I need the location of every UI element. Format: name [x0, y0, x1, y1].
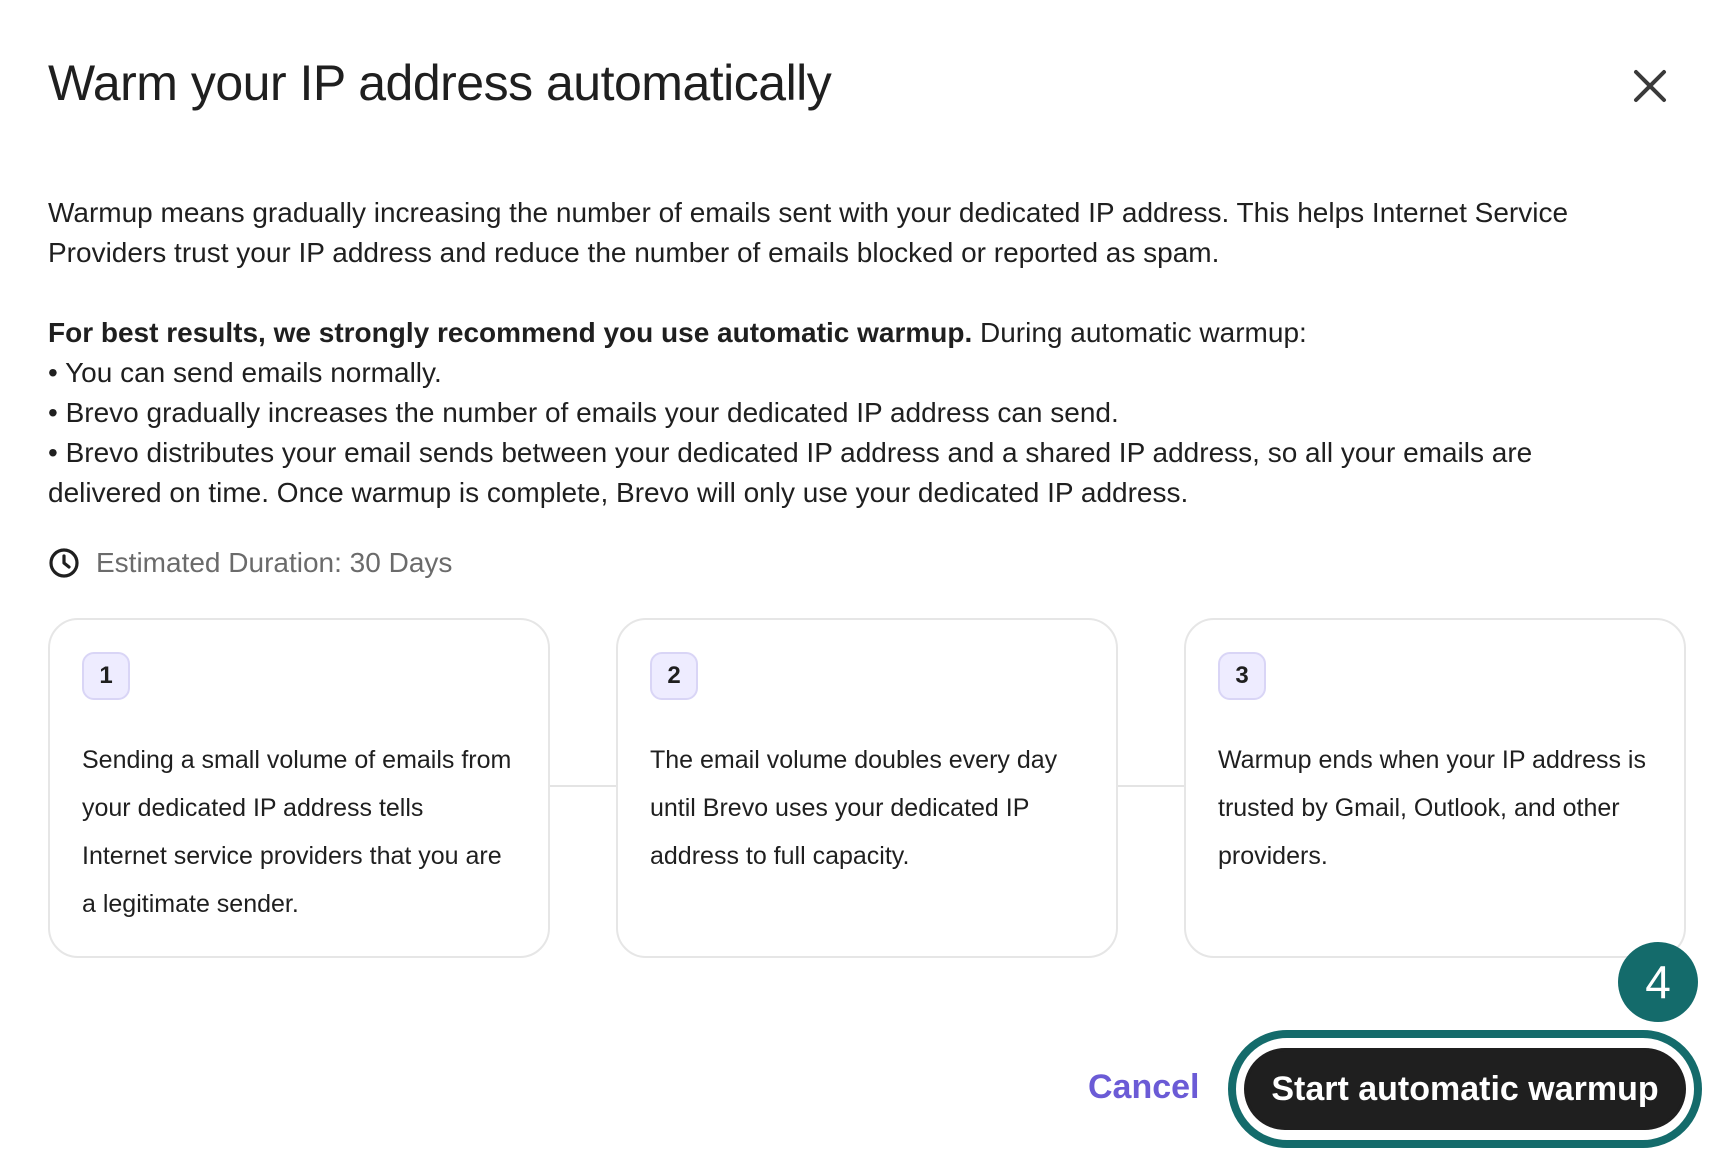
step-description: Sending a small volume of emails from yo…: [82, 746, 512, 918]
cancel-button[interactable]: Cancel: [1088, 1068, 1200, 1107]
step-connector: [1116, 785, 1184, 787]
warmup-dialog: Warm your IP address automatically Warmu…: [0, 0, 1714, 1170]
duration-text: Estimated Duration: 30 Days: [96, 547, 453, 578]
step-number-badge: 2: [650, 652, 698, 700]
bullet-item: • Brevo distributes your email sends bet…: [48, 437, 1533, 468]
intro-paragraph: Warmup means gradually increasing the nu…: [48, 193, 1688, 273]
close-icon: [1634, 70, 1666, 102]
step-number-badge: 3: [1218, 652, 1266, 700]
close-button[interactable]: [1630, 66, 1670, 106]
step-description: The email volume doubles every day until…: [650, 746, 1058, 870]
dialog-title: Warm your IP address automatically: [48, 55, 832, 111]
tutorial-step-marker: 4: [1618, 942, 1698, 1022]
bullet-item: • Brevo gradually increases the number o…: [48, 397, 1119, 428]
recommendation-bold: For best results, we strongly recommend …: [48, 317, 973, 348]
start-automatic-warmup-button[interactable]: Start automatic warmup: [1244, 1048, 1686, 1130]
step-card-1: 1 Sending a small volume of emails from …: [48, 618, 550, 958]
clock-icon: [49, 548, 79, 578]
intro-line: Providers trust your IP address and redu…: [48, 237, 1220, 268]
step-connector: [548, 785, 616, 787]
step-number-badge: 1: [82, 652, 130, 700]
step-card-3: 3 Warmup ends when your IP address is tr…: [1184, 618, 1686, 958]
step-description: Warmup ends when your IP address is trus…: [1218, 746, 1646, 870]
step-card-2: 2 The email volume doubles every day unt…: [616, 618, 1118, 958]
bullet-item-continued: delivered on time. Once warmup is comple…: [48, 477, 1189, 508]
recommendation-rest: During automatic warmup:: [972, 317, 1307, 348]
intro-line: Warmup means gradually increasing the nu…: [48, 197, 1569, 228]
recommendation-heading: For best results, we strongly recommend …: [48, 313, 1688, 353]
estimated-duration: Estimated Duration: 30 Days: [48, 547, 452, 579]
bullet-item: • You can send emails normally.: [48, 357, 442, 388]
recommendation-paragraph: For best results, we strongly recommend …: [48, 313, 1688, 513]
